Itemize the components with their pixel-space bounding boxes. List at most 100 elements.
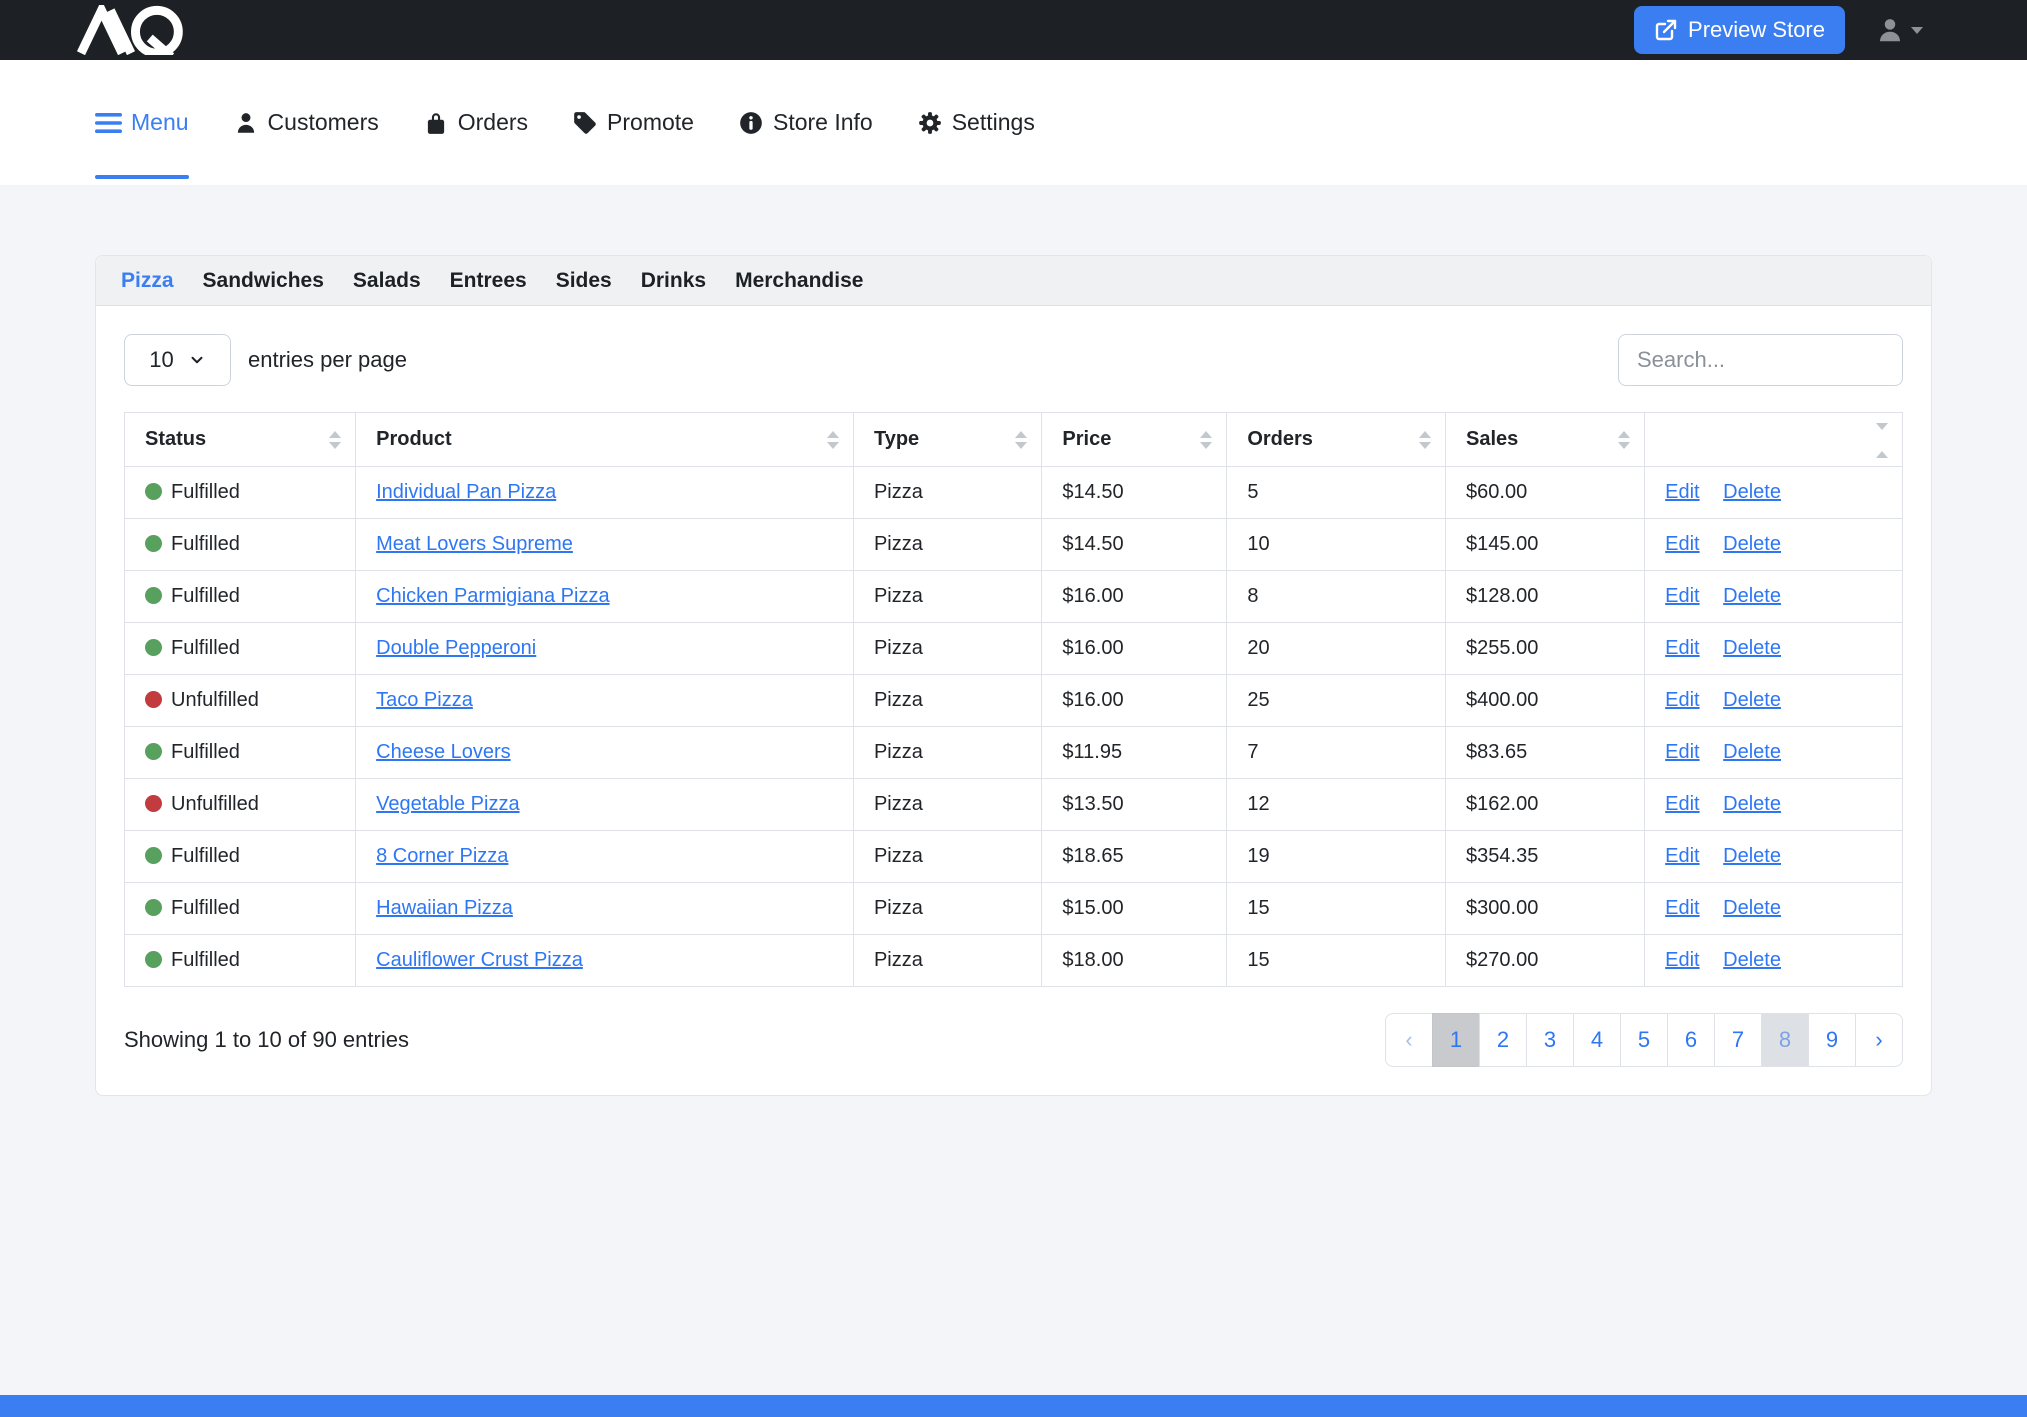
pagination-page-2[interactable]: 2 (1479, 1013, 1527, 1067)
tab-drinks[interactable]: Drinks (641, 269, 706, 293)
tab-pizza[interactable]: Pizza (121, 269, 174, 293)
preview-store-label: Preview Store (1688, 17, 1825, 43)
pagination-page-1[interactable]: 1 (1432, 1013, 1480, 1067)
pagination-page-5[interactable]: 5 (1620, 1013, 1668, 1067)
pagination: ‹123456789› (1385, 1013, 1903, 1067)
orders-cell: 12 (1227, 779, 1446, 831)
pagination-next[interactable]: › (1855, 1013, 1903, 1067)
type-cell: Pizza (853, 571, 1041, 623)
product-link[interactable]: Cauliflower Crust Pizza (376, 949, 583, 971)
menu-card: Pizza Sandwiches Salads Entrees Sides Dr… (95, 255, 1932, 1096)
status-label: Fulfilled (171, 533, 240, 555)
status-cell: Fulfilled (125, 727, 356, 779)
nav-item-orders[interactable]: Orders (423, 60, 528, 185)
column-header-sales[interactable]: Sales (1446, 413, 1645, 467)
preview-store-button[interactable]: Preview Store (1634, 6, 1845, 54)
table-row: Fulfilled Meat Lovers Supreme Pizza $14.… (125, 519, 1903, 571)
topbar-right: Preview Store (1634, 6, 1923, 54)
product-cell: Hawaiian Pizza (356, 883, 854, 935)
sales-cell: $60.00 (1446, 467, 1645, 519)
product-link[interactable]: Chicken Parmigiana Pizza (376, 585, 609, 607)
pagination-prev[interactable]: ‹ (1385, 1013, 1433, 1067)
column-header-type[interactable]: Type (853, 413, 1041, 467)
edit-link[interactable]: Edit (1665, 949, 1699, 971)
column-label: Type (874, 428, 919, 450)
product-link[interactable]: Vegetable Pizza (376, 793, 519, 815)
status-dot-icon (145, 899, 162, 916)
pagination-page-3[interactable]: 3 (1526, 1013, 1574, 1067)
price-cell: $15.00 (1042, 883, 1227, 935)
logo (70, 0, 192, 60)
delete-link[interactable]: Delete (1723, 481, 1781, 503)
pagination-page-9[interactable]: 9 (1808, 1013, 1856, 1067)
sort-icon (1419, 431, 1431, 449)
delete-link[interactable]: Delete (1723, 533, 1781, 555)
pagination-page-6[interactable]: 6 (1667, 1013, 1715, 1067)
tab-entrees[interactable]: Entrees (450, 269, 527, 293)
edit-link[interactable]: Edit (1665, 533, 1699, 555)
nav-label-settings: Settings (952, 109, 1035, 136)
nav-item-store-info[interactable]: Store Info (738, 60, 873, 185)
pagination-page-8[interactable]: 8 (1761, 1013, 1809, 1067)
delete-link[interactable]: Delete (1723, 949, 1781, 971)
nav-item-settings[interactable]: Settings (917, 60, 1035, 185)
product-cell: Vegetable Pizza (356, 779, 854, 831)
gear-icon (917, 110, 943, 136)
column-header-actions[interactable] (1645, 413, 1903, 467)
nav-item-promote[interactable]: Promote (572, 60, 694, 185)
pagination-page-7[interactable]: 7 (1714, 1013, 1762, 1067)
delete-link[interactable]: Delete (1723, 845, 1781, 867)
product-link[interactable]: Taco Pizza (376, 689, 473, 711)
edit-link[interactable]: Edit (1665, 585, 1699, 607)
column-header-product[interactable]: Product (356, 413, 854, 467)
price-cell: $16.00 (1042, 571, 1227, 623)
type-cell: Pizza (853, 519, 1041, 571)
delete-link[interactable]: Delete (1723, 741, 1781, 763)
search-input[interactable] (1618, 334, 1903, 386)
price-cell: $11.95 (1042, 727, 1227, 779)
product-cell: Chicken Parmigiana Pizza (356, 571, 854, 623)
status-cell: Fulfilled (125, 831, 356, 883)
pagination-page-4[interactable]: 4 (1573, 1013, 1621, 1067)
product-cell: Individual Pan Pizza (356, 467, 854, 519)
tab-merchandise[interactable]: Merchandise (735, 269, 863, 293)
orders-cell: 15 (1227, 883, 1446, 935)
sales-cell: $270.00 (1446, 935, 1645, 987)
sales-cell: $162.00 (1446, 779, 1645, 831)
edit-link[interactable]: Edit (1665, 741, 1699, 763)
product-link[interactable]: Individual Pan Pizza (376, 481, 556, 503)
column-header-price[interactable]: Price (1042, 413, 1227, 467)
product-link[interactable]: Meat Lovers Supreme (376, 533, 573, 555)
entries-per-page-select[interactable]: 10 (124, 334, 231, 386)
product-link[interactable]: Cheese Lovers (376, 741, 511, 763)
price-cell: $16.00 (1042, 623, 1227, 675)
edit-link[interactable]: Edit (1665, 793, 1699, 815)
column-label: Orders (1247, 428, 1313, 450)
edit-link[interactable]: Edit (1665, 689, 1699, 711)
delete-link[interactable]: Delete (1723, 793, 1781, 815)
sales-cell: $83.65 (1446, 727, 1645, 779)
column-header-status[interactable]: Status (125, 413, 356, 467)
edit-link[interactable]: Edit (1665, 481, 1699, 503)
orders-cell: 20 (1227, 623, 1446, 675)
nav-item-customers[interactable]: Customers (233, 60, 379, 185)
tab-salads[interactable]: Salads (353, 269, 421, 293)
actions-cell: Edit Delete (1645, 467, 1903, 519)
delete-link[interactable]: Delete (1723, 585, 1781, 607)
column-header-orders[interactable]: Orders (1227, 413, 1446, 467)
status-cell: Fulfilled (125, 467, 356, 519)
product-link[interactable]: Double Pepperoni (376, 637, 536, 659)
delete-link[interactable]: Delete (1723, 897, 1781, 919)
products-table: Status Product Type Price (124, 412, 1903, 987)
edit-link[interactable]: Edit (1665, 637, 1699, 659)
product-link[interactable]: 8 Corner Pizza (376, 845, 508, 867)
edit-link[interactable]: Edit (1665, 897, 1699, 919)
delete-link[interactable]: Delete (1723, 637, 1781, 659)
nav-item-menu[interactable]: Menu (95, 60, 189, 185)
delete-link[interactable]: Delete (1723, 689, 1781, 711)
tab-sandwiches[interactable]: Sandwiches (203, 269, 324, 293)
edit-link[interactable]: Edit (1665, 845, 1699, 867)
tab-sides[interactable]: Sides (556, 269, 612, 293)
user-menu[interactable] (1875, 15, 1923, 45)
product-link[interactable]: Hawaiian Pizza (376, 897, 513, 919)
